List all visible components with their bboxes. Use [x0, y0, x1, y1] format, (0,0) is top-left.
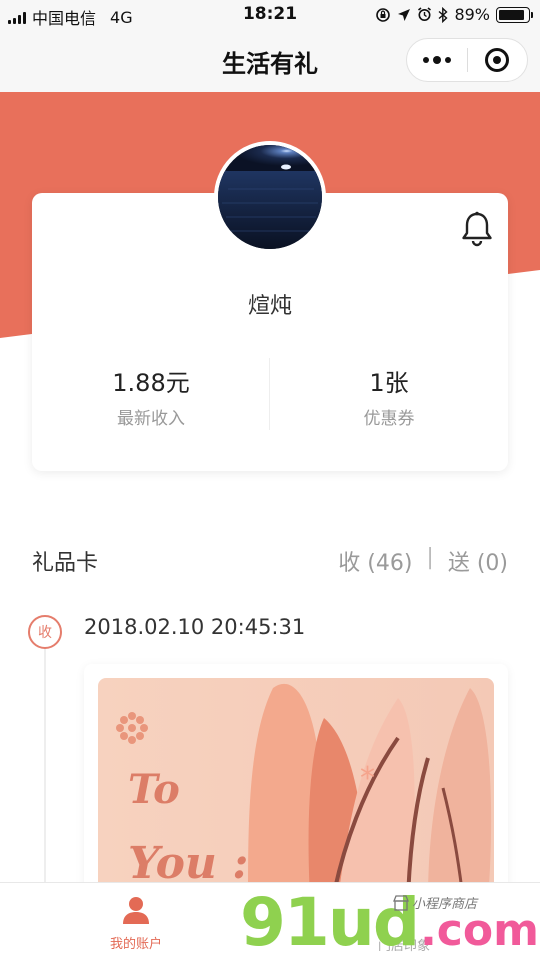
gift-card-title: 礼品卡	[32, 551, 99, 576]
alarm-icon	[418, 7, 432, 21]
gift-timestamp: 2018.02.10 20:45:31	[84, 615, 306, 639]
sparkle-icon: *	[360, 761, 375, 796]
income-stat[interactable]: 1.88元 最新收入	[32, 363, 270, 429]
sent-filter-link[interactable]: 送 (0)	[448, 545, 508, 577]
card-text-to: To	[128, 766, 180, 813]
avatar[interactable]	[214, 141, 326, 253]
coupon-value: 1张	[369, 369, 409, 397]
watermark-store: 小程序商店	[392, 893, 477, 912]
tab-my-account-label: 我的账户	[109, 937, 162, 952]
watermark-logo: 91ud .com	[240, 890, 539, 956]
battery-percent: 89%	[454, 5, 490, 24]
nav-bar: 生活有礼	[0, 32, 540, 92]
close-miniprogram-button[interactable]	[468, 38, 527, 82]
more-dots-icon[interactable]	[407, 38, 467, 82]
gift-card-image: * To You :	[98, 678, 494, 898]
tab-my-account[interactable]: 我的账户	[96, 895, 176, 952]
gift-card-filter: 收 (46) | 送 (0)	[338, 545, 508, 577]
status-bar: 中国电信 4G 18:21 89%	[0, 0, 540, 32]
income-label: 最新收入	[117, 409, 185, 429]
received-filter-link[interactable]: 收 (46)	[338, 545, 412, 577]
username: 煊炖	[247, 294, 292, 319]
income-value: 1.88元	[112, 369, 190, 397]
watermark-suffix-text: .com	[420, 905, 539, 956]
filter-separator: |	[426, 545, 434, 570]
avatar-image	[218, 145, 322, 249]
person-icon	[123, 897, 149, 924]
status-right: 89%	[375, 5, 533, 24]
screen-lock-icon	[376, 7, 391, 22]
miniprogram-capsule	[406, 38, 528, 82]
coupon-label: 优惠券	[363, 409, 415, 429]
bluetooth-icon	[438, 6, 448, 23]
target-close-icon	[485, 48, 510, 72]
timeline-line	[44, 646, 46, 886]
battery-level	[499, 9, 524, 20]
received-badge: 收	[28, 615, 62, 649]
battery-icon	[496, 6, 533, 23]
watermark-store-text: 小程序商店	[412, 897, 478, 912]
shop-icon	[393, 894, 409, 911]
gift-card-item[interactable]: * To You :	[84, 664, 508, 898]
bell-icon[interactable]	[460, 211, 494, 247]
location-icon	[398, 8, 411, 21]
coupon-stat[interactable]: 1张 优惠券	[270, 363, 508, 429]
